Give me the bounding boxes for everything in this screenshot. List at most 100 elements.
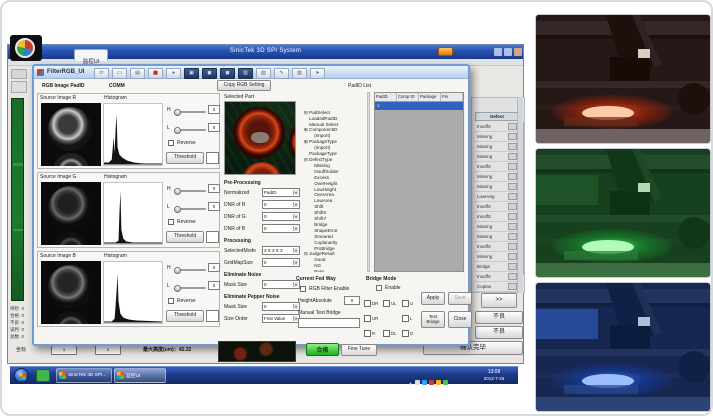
dialog-title-bar[interactable]: FilterRGB_UI ⟳▭▤▦●▣◼◼▥▨✎▧➤ <box>34 66 468 79</box>
toolbar-icon[interactable]: ⟳ <box>94 68 109 79</box>
h-slider[interactable] <box>174 269 206 271</box>
bridge-cell[interactable]: DL <box>383 326 402 341</box>
toolbar-icon[interactable]: ● <box>166 68 181 79</box>
tray-icon-network[interactable] <box>415 380 420 385</box>
defect-row[interactable]: Bridge <box>475 262 519 272</box>
bridge-checkbox[interactable] <box>402 330 409 337</box>
toolbar-icon[interactable]: ▨ <box>256 68 271 79</box>
size-order-combo[interactable]: First Value▾ <box>262 314 300 323</box>
l-slider[interactable] <box>174 287 206 289</box>
close-button[interactable] <box>514 48 522 56</box>
defect-row[interactable]: Missing <box>475 132 519 142</box>
bridge-cell[interactable]: DR <box>364 296 383 311</box>
defect-row-button[interactable] <box>508 203 517 210</box>
padid-column-header[interactable]: Comp ID <box>397 93 419 101</box>
selected-part-image[interactable] <box>224 101 296 175</box>
toolbar-icon[interactable]: ◼ <box>202 68 217 79</box>
defect-row[interactable]: InsuffS <box>475 162 519 172</box>
defect-row-button[interactable] <box>508 233 517 240</box>
taskbar-item-spi[interactable]: SinicTek 3D SPI... <box>56 368 112 383</box>
apply-button[interactable]: Apply <box>421 292 445 305</box>
padid-column-header[interactable]: Package <box>419 93 441 101</box>
tray-expand-icon[interactable]: ▲ <box>408 381 413 387</box>
pass-button[interactable]: 合格 <box>306 343 339 356</box>
l-slider-thumb[interactable] <box>174 127 181 134</box>
system-tray[interactable]: ▲ <box>408 372 468 380</box>
bridge-checkbox[interactable] <box>402 315 409 322</box>
more-button[interactable]: >> <box>481 293 517 308</box>
tree-item[interactable]: Pass <box>304 269 368 272</box>
l-slider[interactable] <box>174 208 206 210</box>
defect-row[interactable]: InsuffS <box>475 212 519 222</box>
defect-row[interactable]: Missing <box>475 222 519 232</box>
rgb-filter-enable-checkbox[interactable] <box>300 286 306 292</box>
threshold-button[interactable]: Threshold <box>166 231 204 243</box>
l-slider-thumb[interactable] <box>174 285 181 292</box>
l-value[interactable]: 0 <box>208 202 220 211</box>
test-bridge-button[interactable]: Test Bridge <box>421 311 445 328</box>
padid-column-header[interactable]: Pin <box>441 93 463 101</box>
defect-row[interactable]: Missing <box>475 232 519 242</box>
app-logo-icon[interactable] <box>15 38 35 58</box>
toolbar-icon[interactable]: ◼ <box>220 68 235 79</box>
defect-row[interactable]: Missing <box>475 182 519 192</box>
defect-row-button[interactable] <box>508 223 517 230</box>
reverse-checkbox[interactable] <box>168 298 174 304</box>
left-tool-button-2[interactable] <box>11 81 27 93</box>
defect-row-button[interactable] <box>508 183 517 190</box>
defect-row[interactable]: Missing <box>475 252 519 262</box>
toolbar-icon[interactable]: ▧ <box>292 68 307 79</box>
quick-launch-icon[interactable] <box>36 369 50 382</box>
bridge-checkbox[interactable] <box>402 300 409 307</box>
toolbar-icon[interactable]: ▤ <box>130 68 145 79</box>
gridmap-combo[interactable]: 0▾ <box>262 258 300 267</box>
defect-row-button[interactable] <box>508 173 517 180</box>
tray-icon-alert[interactable] <box>429 380 434 385</box>
defect-row-button[interactable] <box>508 143 517 150</box>
defect-row[interactable]: LowHeig <box>475 192 519 202</box>
toolbar-icon[interactable]: ▭ <box>112 68 127 79</box>
defect-row-button[interactable] <box>508 243 517 250</box>
bridge-cell[interactable]: UL <box>383 296 402 311</box>
h-value[interactable]: 0 <box>208 263 220 272</box>
minimize-button[interactable] <box>494 48 502 56</box>
selected-mode-combo[interactable]: 3 X 3 X 3▾ <box>262 246 300 255</box>
bridge-cell[interactable]: L <box>402 311 421 326</box>
source-image-g[interactable] <box>41 182 101 245</box>
l-slider-thumb[interactable] <box>174 206 181 213</box>
defect-row[interactable]: InsuffS <box>475 272 519 282</box>
height-absolute-value[interactable]: 0 <box>344 296 360 305</box>
defect-row-button[interactable] <box>508 273 517 280</box>
defect-row-button[interactable] <box>508 193 517 200</box>
bridge-cell[interactable]: U <box>402 296 421 311</box>
dnr-g-combo[interactable]: 0▾ <box>262 212 300 221</box>
toolbar-icon[interactable]: ➤ <box>310 68 325 79</box>
bridge-checkbox[interactable] <box>364 315 371 322</box>
reverse-checkbox[interactable] <box>168 140 174 146</box>
status-field-2[interactable]: 1 <box>95 345 121 355</box>
board-map-bar[interactable] <box>11 98 24 301</box>
h-slider-thumb[interactable] <box>174 188 181 195</box>
bridge-checkbox[interactable] <box>364 330 371 337</box>
threshold-value[interactable] <box>206 231 219 243</box>
defect-row-button[interactable] <box>508 133 517 140</box>
defect-row[interactable]: InsuffS <box>475 242 519 252</box>
taskbar-clock[interactable]: 13:08 2012-7-26 <box>472 369 516 383</box>
normalized-combo[interactable]: PadID▾ <box>262 188 300 197</box>
h-slider-thumb[interactable] <box>174 109 181 116</box>
defect-row-button[interactable] <box>508 123 517 130</box>
dnr-r-combo[interactable]: 0▾ <box>262 200 300 209</box>
source-image-r[interactable] <box>41 103 101 166</box>
threshold-value[interactable] <box>206 310 219 322</box>
window-scrollbar[interactable] <box>517 97 523 293</box>
defect-row[interactable]: InsuffS <box>475 122 519 132</box>
h-slider[interactable] <box>174 111 206 113</box>
mask-size-1-combo[interactable]: 0▾ <box>262 280 300 289</box>
threshold-button[interactable]: Threshold <box>166 152 204 164</box>
bridge-checkbox[interactable] <box>364 300 371 307</box>
fine-tune-button[interactable]: Fine Tune <box>341 344 377 356</box>
l-value[interactable]: 0 <box>208 123 220 132</box>
padid-selected-row[interactable]: 1 <box>375 102 463 110</box>
bridge-enable-checkbox[interactable] <box>376 285 382 291</box>
threshold-button[interactable]: Threshold <box>166 310 204 322</box>
